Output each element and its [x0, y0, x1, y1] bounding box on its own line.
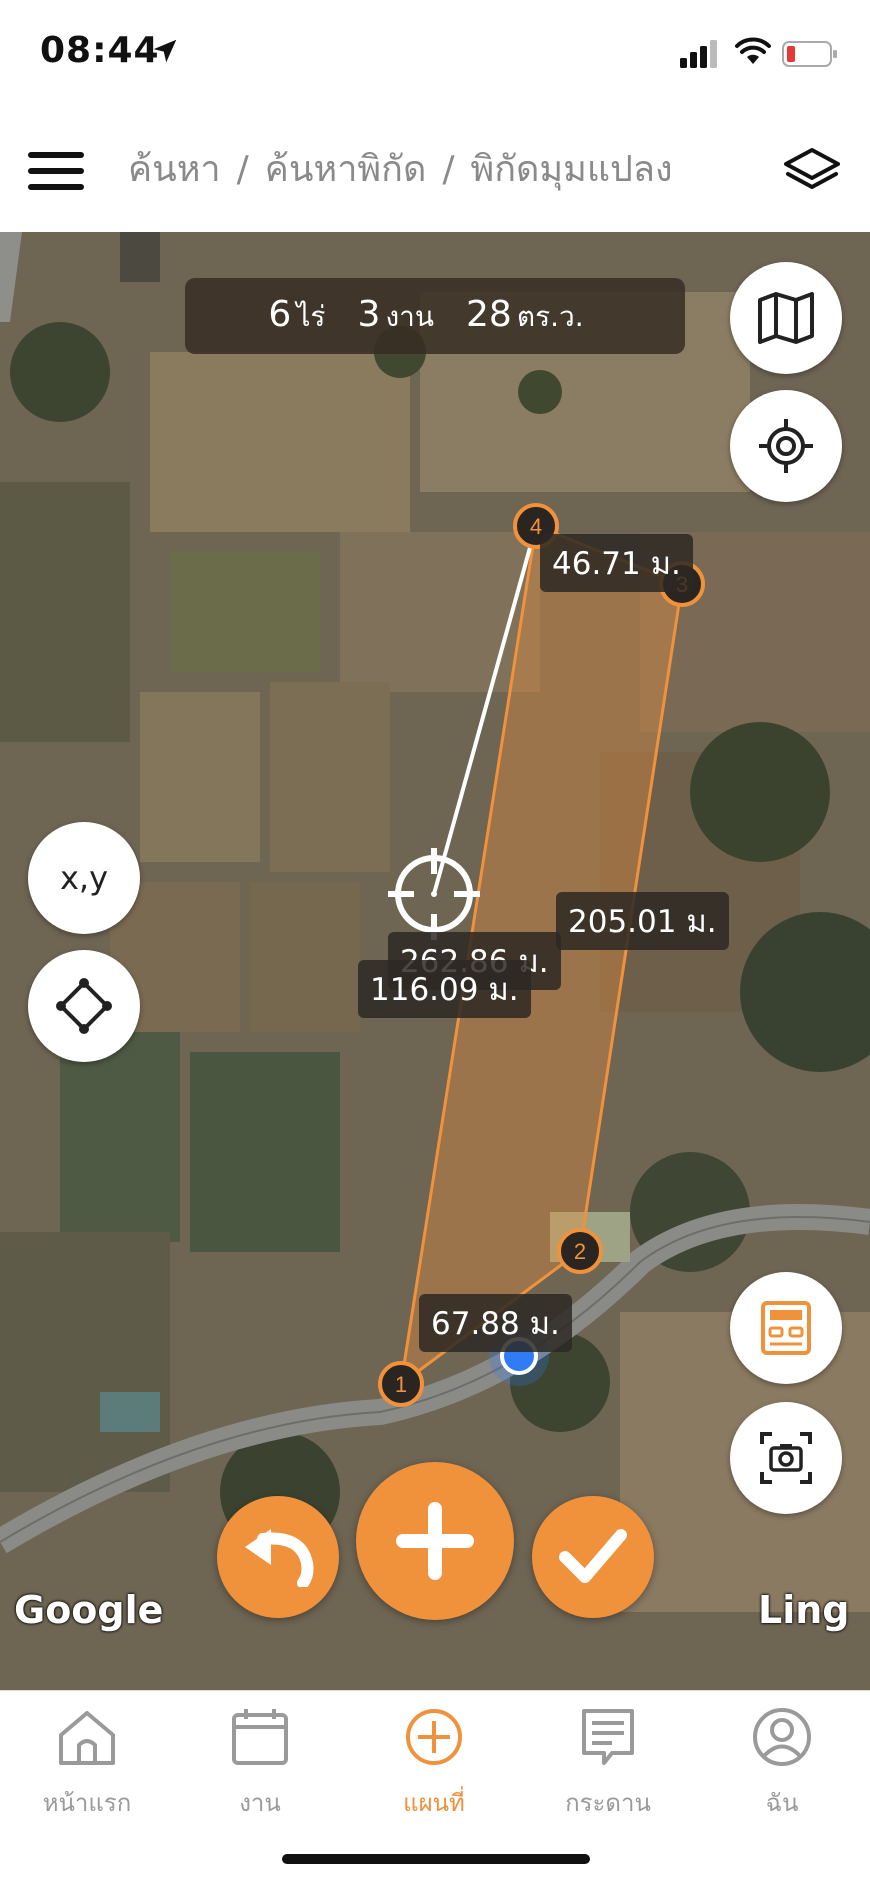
check-icon	[559, 1529, 627, 1583]
confirm-button[interactable]	[532, 1496, 654, 1618]
home-icon	[59, 1711, 115, 1765]
distance-label-cursor: 116.09 ม.	[358, 960, 531, 1018]
nav-item-board[interactable]: กระดาน	[533, 1705, 683, 1822]
signal-icon	[680, 40, 717, 68]
status-bar: 08:44	[0, 0, 870, 110]
locate-me-button[interactable]	[730, 390, 842, 502]
camera-icon	[760, 1432, 812, 1484]
calculator-icon	[761, 1301, 811, 1355]
vertex-marker-2[interactable]: 2	[555, 1226, 605, 1276]
distance-label-1-2: 67.88 ม.	[419, 1294, 572, 1352]
undo-icon	[245, 1529, 314, 1587]
google-attribution: Google	[14, 1588, 164, 1632]
plus-icon	[396, 1502, 474, 1580]
wifi-icon	[735, 37, 771, 64]
polygon-mode-button[interactable]	[28, 950, 140, 1062]
gps-target-icon	[759, 419, 813, 473]
battery-low-icon	[782, 41, 837, 67]
nav-label-profile: ฉัน	[765, 1789, 799, 1817]
xy-button-label: x,y	[59, 859, 109, 897]
polygon-icon	[56, 978, 112, 1034]
user-icon	[753, 1708, 811, 1766]
home-indicator[interactable]	[282, 1854, 590, 1864]
vertex-label-4: 4	[530, 514, 542, 539]
board-icon	[582, 1709, 634, 1765]
breadcrumb-item-search[interactable]: ค้นหา	[128, 149, 221, 190]
nav-item-home[interactable]: หน้าแรก	[12, 1705, 162, 1822]
distance-label-3-2: 205.01 ม.	[556, 892, 729, 950]
location-arrow-icon	[153, 39, 177, 63]
screenshot-button[interactable]	[730, 1402, 842, 1514]
xy-coordinate-button[interactable]: x,y	[28, 822, 140, 934]
vertex-label-2: 2	[574, 1239, 586, 1264]
breadcrumb-separator: /	[442, 149, 455, 190]
map-type-button[interactable]	[730, 262, 842, 374]
hamburger-icon[interactable]	[28, 146, 86, 196]
distance-label-4-3: 46.71 ม.	[540, 534, 693, 592]
layers-icon[interactable]	[782, 144, 842, 200]
map-view[interactable]: 6 ไร่ 3 งาน 28 ตร.ว. 1 2 3	[0, 232, 870, 1690]
add-point-button[interactable]	[356, 1462, 514, 1620]
vertex-label-1: 1	[395, 1372, 407, 1397]
crosshair-icon	[388, 848, 480, 940]
status-time: 08:44	[40, 30, 160, 71]
nav-label-tasks: งาน	[239, 1789, 281, 1817]
nav-label-board: กระดาน	[565, 1789, 651, 1817]
breadcrumb-item-plot-corners: พิกัดมุมแปลง	[470, 149, 673, 190]
breadcrumb-separator: /	[236, 149, 249, 190]
vertex-marker-1[interactable]: 1	[376, 1359, 426, 1409]
breadcrumb-item-coordinate-search[interactable]: ค้นหาพิกัด	[265, 149, 427, 190]
calendar-icon	[232, 1709, 288, 1765]
nav-label-home: หน้าแรก	[42, 1789, 132, 1817]
plus-circle-icon	[406, 1709, 462, 1765]
ling-attribution: Ling	[758, 1588, 850, 1632]
nav-item-profile[interactable]: ฉัน	[707, 1705, 857, 1822]
map-icon	[758, 292, 814, 344]
nav-label-map: แผนที่	[403, 1789, 465, 1817]
nav-item-map[interactable]: แผนที่	[359, 1705, 509, 1822]
nav-item-tasks[interactable]: งาน	[185, 1705, 335, 1822]
top-bar: ค้นหา / ค้นหาพิกัด / พิกัดมุมแปลง	[0, 110, 870, 232]
calculator-button[interactable]	[730, 1272, 842, 1384]
undo-button[interactable]	[217, 1496, 339, 1618]
breadcrumb: ค้นหา / ค้นหาพิกัด / พิกัดมุมแปลง	[128, 140, 673, 197]
